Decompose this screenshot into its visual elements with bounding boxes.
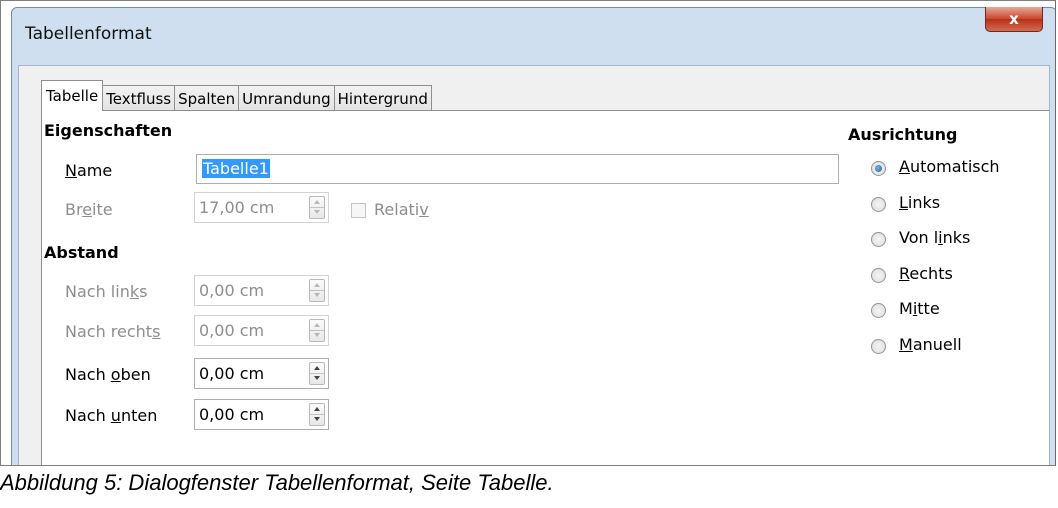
breite-label-text-pre: Br [65,200,83,219]
spin-up-icon [314,323,320,327]
spin-up-icon [314,366,320,370]
nach-oben-label-text-post: ben [120,365,151,384]
nach-unten-spinbox[interactable]: 0,00 cm [194,399,329,430]
option-mnemonic: R [899,264,910,283]
breite-label-mnemonic: e [82,200,93,219]
radio-automatisch[interactable] [871,161,886,176]
spin-down-icon [314,376,320,380]
nach-unten-label-mnemonic: u [110,406,121,425]
option-text-pre: M [899,299,913,318]
tab-tabelle[interactable]: Tabelle [41,80,104,111]
breite-value: 17,00 cm [199,198,275,217]
nach-unten-label-text-post: nten [120,406,158,425]
radio-mitte[interactable] [871,303,886,318]
spin-down-icon [314,210,320,214]
nach-oben-value: 0,00 cm [199,364,265,383]
radio-von-links[interactable] [871,232,886,247]
option-text-post: utomatisch [909,157,1000,176]
window-title: Tabellenformat [25,24,152,44]
abstand-heading: Abstand [44,243,119,262]
spin-down-icon [314,417,320,421]
dialog-client-area: Tabelle Textfluss Spalten Umrandung Hint… [18,65,1050,465]
option-text-post: tte [917,299,940,318]
spin-down-icon [314,293,320,297]
nach-oben-spin-buttons[interactable] [309,362,325,385]
name-label-mnemonic: N [65,161,77,180]
nach-links-spin-buttons[interactable] [309,279,325,302]
tabellenformat-dialog: Tabellenformat x Tabelle Textfluss Spalt… [11,7,1055,465]
option-mnemonic: M [899,335,913,354]
radio-manuell[interactable] [871,339,886,354]
tab-hintergrund[interactable]: Hintergrund [333,85,432,111]
option-text-post: anuell [912,335,962,354]
nach-rechts-spin-buttons[interactable] [309,319,325,342]
nach-unten-spin-buttons[interactable] [309,403,325,426]
name-input[interactable]: Tabelle1 [196,154,839,184]
relativ-label-text-pre: Relati [374,200,420,219]
radio-links[interactable] [871,197,886,212]
radio-von-links-label[interactable]: Von links [899,228,970,247]
nach-links-label: Nach links [65,282,147,301]
relativ-label: Relativ [374,200,429,219]
spin-up-icon [314,407,320,411]
name-label-text-post: ame [76,161,113,180]
breite-spin-buttons[interactable] [309,196,325,219]
tab-page-tabelle: Eigenschaften Name Tabelle1 Breite 17,00… [41,110,1049,465]
tab-bar: Tabelle Textfluss Spalten Umrandung Hint… [41,80,432,111]
nach-unten-value: 0,00 cm [199,405,265,424]
nach-rechts-label-mnemonic: s [152,322,161,341]
option-text-post: echts [909,264,953,283]
nach-oben-label: Nach oben [65,365,151,384]
spin-down-icon [314,333,320,337]
nach-unten-label-text-pre: Nach [65,406,111,425]
figure-caption: Abbildung 5: Dialogfenster Tabellenforma… [0,470,554,495]
radio-links-label[interactable]: Links [899,193,940,212]
radio-rechts-label[interactable]: Rechts [899,264,953,283]
nach-links-label-text-pre: Nach lin [65,282,130,301]
spin-up-icon [314,200,320,204]
radio-mitte-label[interactable]: Mitte [899,299,940,318]
tab-textfluss[interactable]: Textfluss [102,85,176,111]
relativ-checkbox[interactable] [351,203,366,218]
nach-rechts-spinbox[interactable]: 0,00 cm [194,315,329,346]
nach-rechts-label-text-pre: Nach recht [65,322,153,341]
nach-oben-label-mnemonic: o [110,365,121,384]
breite-label: Breite [65,200,113,219]
close-icon: x [1009,10,1019,28]
option-text-post: nks [942,228,971,247]
option-mnemonic: A [899,157,910,176]
breite-spinbox[interactable]: 17,00 cm [194,192,329,223]
screenshot-frame: Tabellenformat x Tabelle Textfluss Spalt… [0,0,1056,466]
nach-links-label-text-post: s [139,282,148,301]
ausrichtung-heading: Ausrichtung [848,125,958,144]
nach-oben-spinbox[interactable]: 0,00 cm [194,358,329,389]
breite-label-text-post: ite [92,200,113,219]
nach-links-value: 0,00 cm [199,281,265,300]
nach-unten-label: Nach unten [65,406,157,425]
option-text-post: inks [907,193,941,212]
radio-manuell-label[interactable]: Manuell [899,335,962,354]
nach-rechts-label: Nach rechts [65,322,160,341]
spin-up-icon [314,283,320,287]
tab-umrandung[interactable]: Umrandung [238,85,335,111]
relativ-label-mnemonic: v [419,200,429,219]
nach-rechts-value: 0,00 cm [199,321,265,340]
title-bar[interactable]: Tabellenformat x [12,7,1055,68]
nach-links-spinbox[interactable]: 0,00 cm [194,275,329,306]
nach-links-label-mnemonic: k [129,282,140,301]
tab-spalten[interactable]: Spalten [174,85,240,111]
close-button[interactable]: x [985,7,1043,32]
radio-rechts[interactable] [871,268,886,283]
radio-automatisch-label[interactable]: Automatisch [899,157,1000,176]
option-text-pre: Von l [899,228,939,247]
name-value: Tabelle1 [202,159,270,178]
nach-oben-label-text-pre: Nach [65,365,111,384]
option-mnemonic: L [899,193,908,212]
eigenschaften-heading: Eigenschaften [44,121,173,140]
name-label: Name [65,161,112,180]
